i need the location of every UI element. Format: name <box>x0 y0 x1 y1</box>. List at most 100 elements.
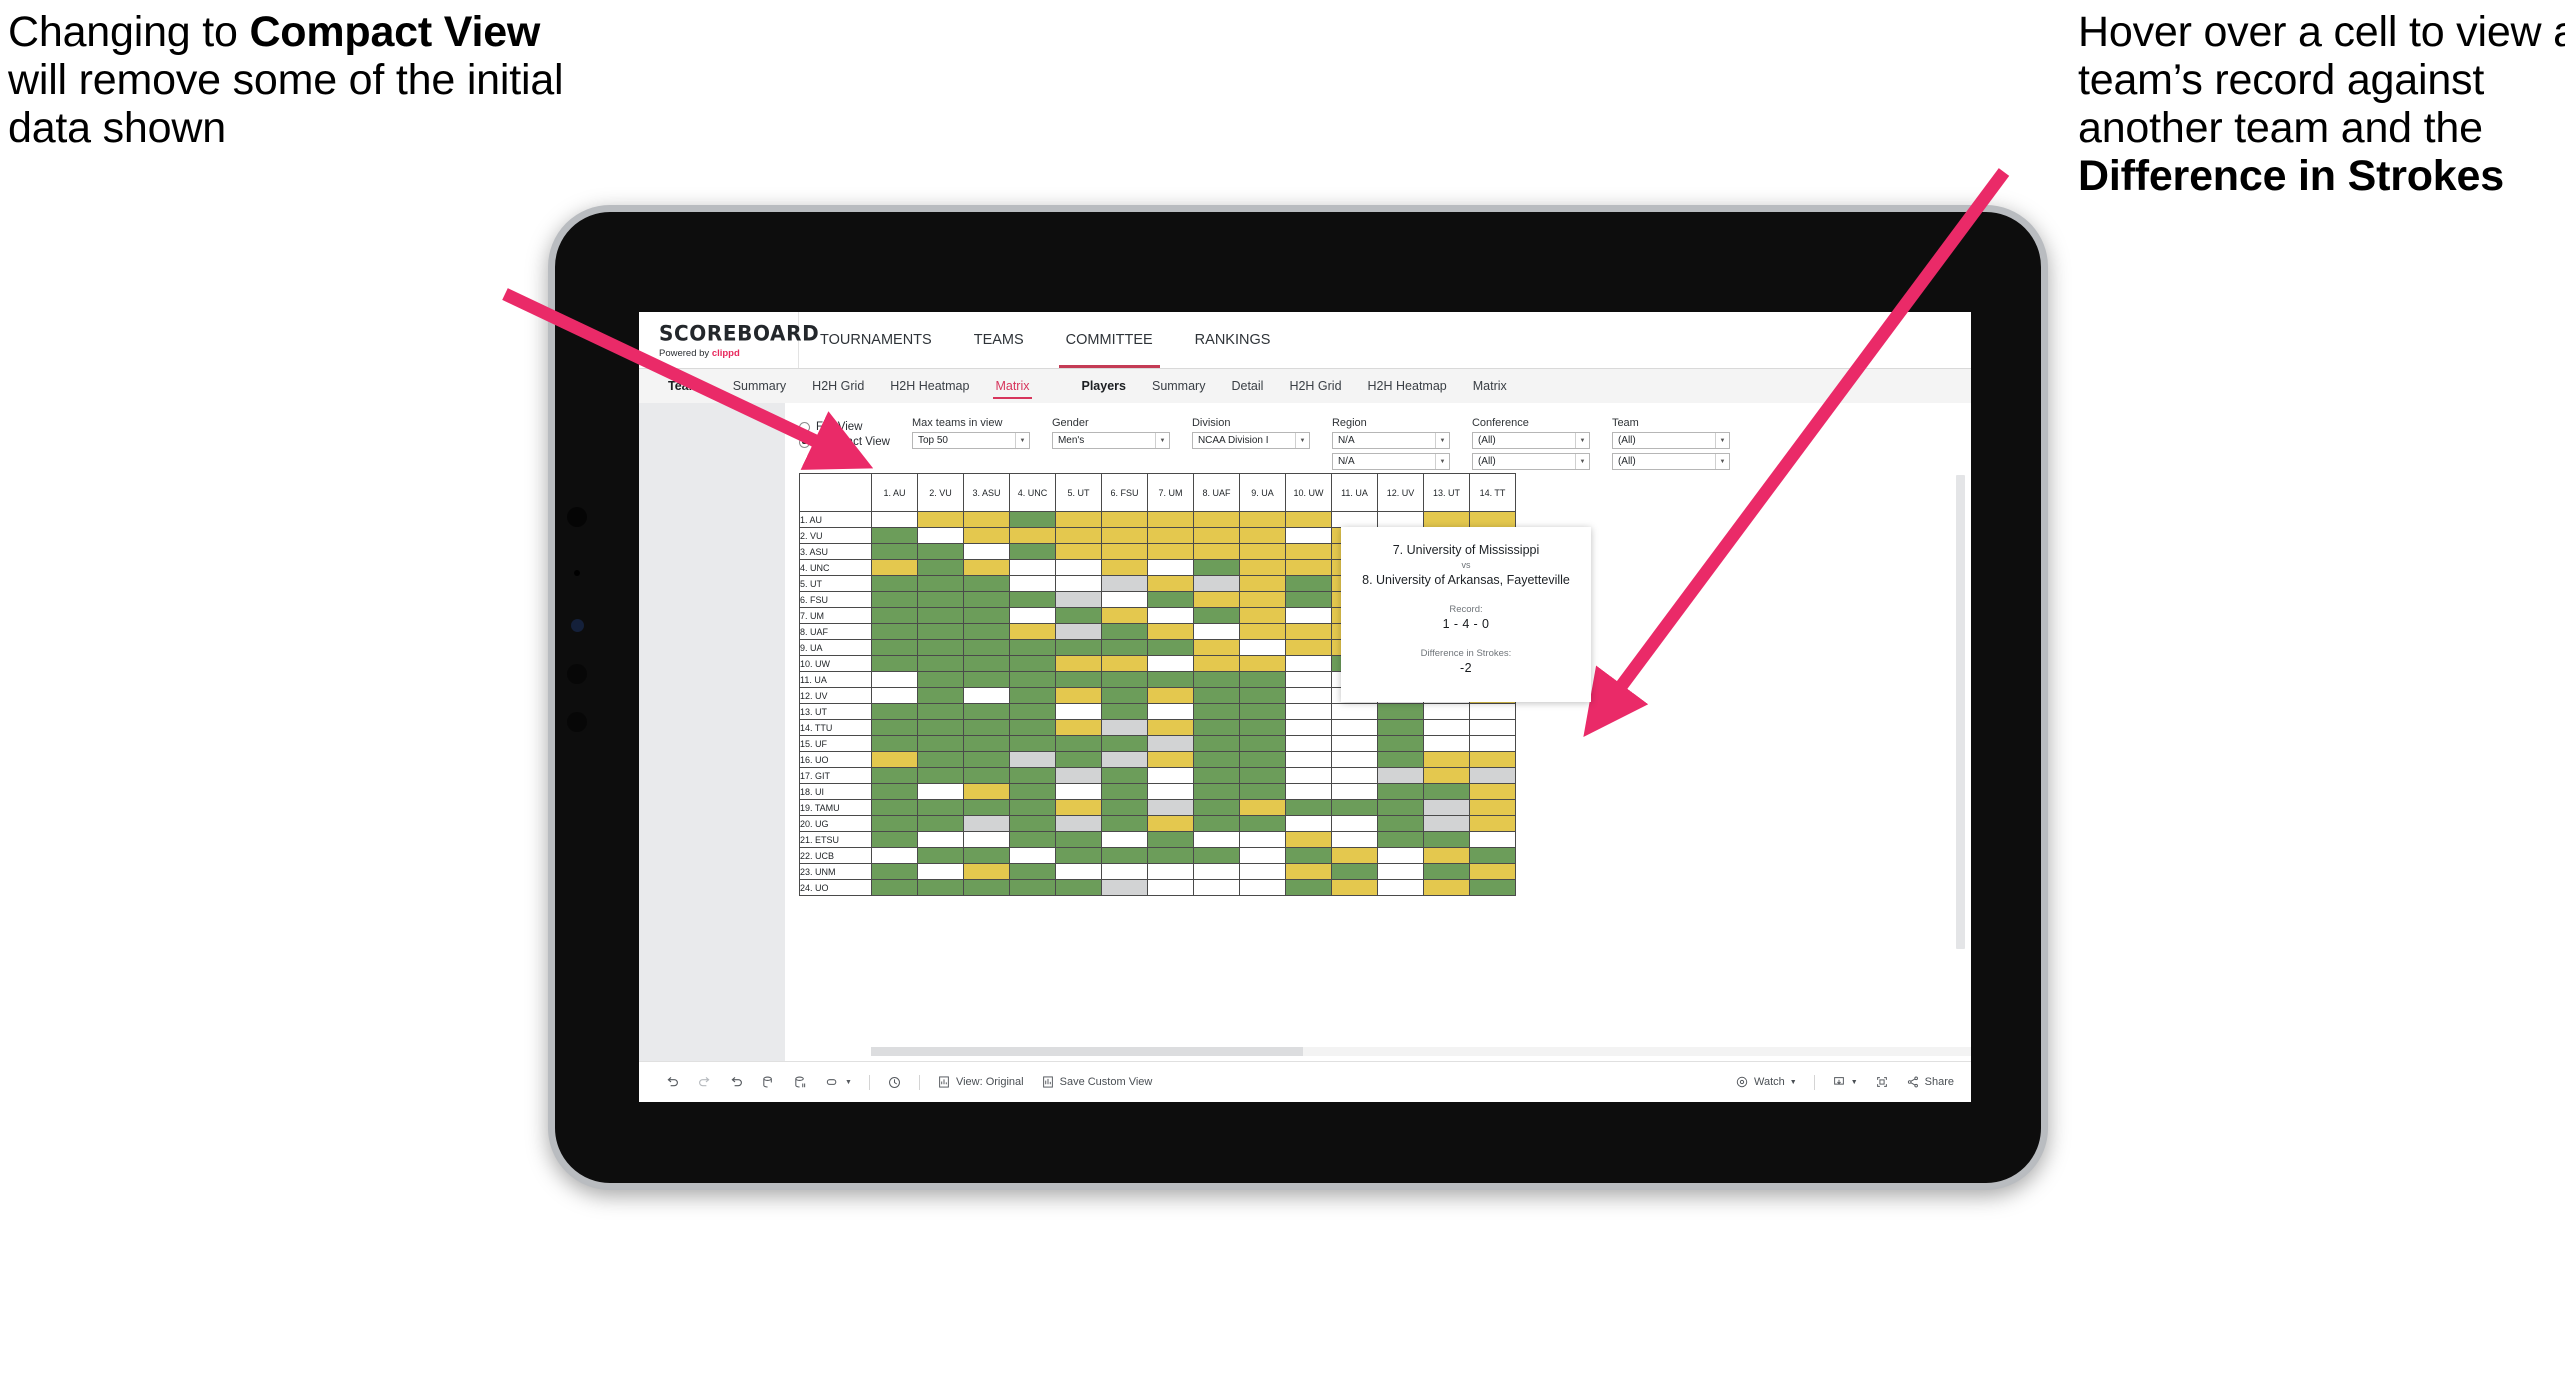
matrix-cell[interactable] <box>871 815 918 832</box>
matrix-cell[interactable] <box>1423 511 1470 528</box>
watch-button[interactable]: Watch ▼ <box>1735 1075 1797 1089</box>
matrix-cell[interactable] <box>1423 831 1470 848</box>
matrix-cell[interactable] <box>1009 751 1056 768</box>
matrix-cell[interactable] <box>917 783 964 800</box>
matrix-col-header[interactable]: 6. FSU <box>1101 473 1148 512</box>
matrix-cell[interactable] <box>1101 655 1148 672</box>
matrix-cell[interactable] <box>1055 671 1102 688</box>
vertical-scrollbar[interactable] <box>1956 475 1965 949</box>
matrix-cell[interactable] <box>1009 607 1056 624</box>
matrix-cell[interactable] <box>1055 559 1102 576</box>
matrix-row-header[interactable]: 22. UCB <box>799 847 872 864</box>
matrix-cell[interactable] <box>1285 847 1332 864</box>
matrix-cell[interactable] <box>1423 751 1470 768</box>
matrix-cell[interactable] <box>1147 847 1194 864</box>
matrix-cell[interactable] <box>1055 623 1102 640</box>
matrix-cell[interactable] <box>963 623 1010 640</box>
matrix-row-header[interactable]: 15. UF <box>799 735 872 752</box>
matrix-cell[interactable] <box>1469 831 1516 848</box>
matrix-row-header[interactable]: 3. ASU <box>799 543 872 560</box>
matrix-cell[interactable] <box>871 847 918 864</box>
matrix-cell[interactable] <box>871 527 918 544</box>
matrix-cell[interactable] <box>1285 575 1332 592</box>
matrix-cell[interactable] <box>1101 559 1148 576</box>
matrix-cell[interactable] <box>871 607 918 624</box>
matrix-col-header[interactable]: 9. UA <box>1239 473 1286 512</box>
matrix-cell[interactable] <box>1147 863 1194 880</box>
chevron-down-icon[interactable]: ▼ <box>1154 433 1169 448</box>
matrix-cell[interactable] <box>1193 687 1240 704</box>
filter-gender-select[interactable]: Men's ▼ <box>1051 432 1170 449</box>
matrix-col-header[interactable]: 14. TT <box>1469 473 1516 512</box>
matrix-cell[interactable] <box>1285 831 1332 848</box>
matrix-cell[interactable] <box>1193 511 1240 528</box>
matrix-cell[interactable] <box>917 511 964 528</box>
matrix-cell[interactable] <box>1239 559 1286 576</box>
matrix-cell[interactable] <box>963 511 1010 528</box>
matrix-cell[interactable] <box>1009 511 1056 528</box>
filter-team-select-1[interactable]: (All) ▼ <box>1611 432 1730 449</box>
matrix-cell[interactable] <box>871 623 918 640</box>
matrix-cell[interactable] <box>1101 783 1148 800</box>
matrix-cell[interactable] <box>1055 703 1102 720</box>
matrix-cell[interactable] <box>1377 719 1424 736</box>
matrix-cell[interactable] <box>1469 751 1516 768</box>
matrix-cell[interactable] <box>1331 751 1378 768</box>
matrix-cell[interactable] <box>871 591 918 608</box>
matrix-cell[interactable] <box>1469 511 1516 528</box>
matrix-cell[interactable] <box>1285 623 1332 640</box>
matrix-cell[interactable] <box>1423 863 1470 880</box>
matrix-cell[interactable] <box>1377 783 1424 800</box>
matrix-cell[interactable] <box>1285 863 1332 880</box>
matrix-cell[interactable] <box>1239 543 1286 560</box>
matrix-cell[interactable] <box>1377 735 1424 752</box>
matrix-cell[interactable] <box>1147 607 1194 624</box>
matrix-cell[interactable] <box>963 767 1010 784</box>
matrix-cell[interactable] <box>1193 591 1240 608</box>
matrix-cell[interactable] <box>1193 847 1240 864</box>
matrix-cell[interactable] <box>917 863 964 880</box>
matrix-col-header[interactable]: 1. AU <box>871 473 918 512</box>
chevron-down-icon[interactable]: ▼ <box>1574 454 1589 469</box>
matrix-cell[interactable] <box>1101 863 1148 880</box>
matrix-cell[interactable] <box>1377 831 1424 848</box>
matrix-cell[interactable] <box>1239 783 1286 800</box>
matrix-cell[interactable] <box>1101 719 1148 736</box>
matrix-row-header[interactable]: 11. UA <box>799 671 872 688</box>
matrix-cell[interactable] <box>1101 623 1148 640</box>
subnav-teams-h2h-grid[interactable]: H2H Grid <box>799 369 877 403</box>
matrix-cell[interactable] <box>1193 671 1240 688</box>
chevron-down-icon[interactable]: ▼ <box>1714 454 1729 469</box>
matrix-cell[interactable] <box>1239 735 1286 752</box>
matrix-cell[interactable] <box>1469 847 1516 864</box>
matrix-cell[interactable] <box>1055 591 1102 608</box>
matrix-cell[interactable] <box>917 703 964 720</box>
matrix-cell[interactable] <box>1101 543 1148 560</box>
chevron-down-icon[interactable]: ▼ <box>1714 433 1729 448</box>
nav-item-rankings[interactable]: RANKINGS <box>1174 312 1292 368</box>
matrix-cell[interactable] <box>871 719 918 736</box>
matrix-cell[interactable] <box>1331 511 1378 528</box>
matrix-cell[interactable] <box>1147 655 1194 672</box>
chevron-down-icon[interactable]: ▼ <box>1851 1079 1858 1086</box>
matrix-cell[interactable] <box>871 783 918 800</box>
matrix-cell[interactable] <box>1147 735 1194 752</box>
matrix-cell[interactable] <box>871 863 918 880</box>
matrix-cell[interactable] <box>1055 863 1102 880</box>
filter-division-select[interactable]: NCAA Division I ▼ <box>1191 432 1310 449</box>
volume-down-button[interactable] <box>567 712 587 732</box>
matrix-cell[interactable] <box>1469 879 1516 896</box>
matrix-col-header[interactable]: 4. UNC <box>1009 473 1056 512</box>
matrix-cell[interactable] <box>917 815 964 832</box>
matrix-cell[interactable] <box>871 879 918 896</box>
matrix-cell[interactable] <box>1193 703 1240 720</box>
subnav-players-summary[interactable]: Summary <box>1139 369 1218 403</box>
matrix-row-header[interactable]: 23. UNM <box>799 863 872 880</box>
matrix-cell[interactable] <box>963 831 1010 848</box>
matrix-cell[interactable] <box>917 655 964 672</box>
matrix-cell[interactable] <box>1101 879 1148 896</box>
matrix-cell[interactable] <box>1009 783 1056 800</box>
matrix-cell[interactable] <box>1009 847 1056 864</box>
matrix-cell[interactable] <box>1377 511 1424 528</box>
matrix-cell[interactable] <box>1285 687 1332 704</box>
